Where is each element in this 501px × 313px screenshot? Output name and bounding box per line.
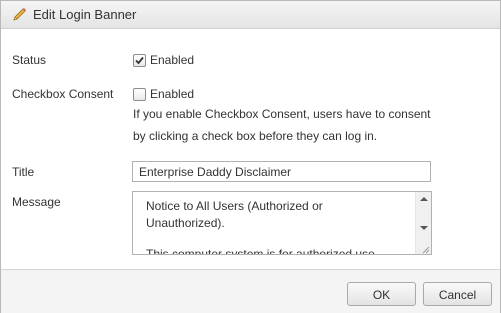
message-textarea[interactable]: Notice to All Users (Authorized or Unaut… [132, 191, 432, 255]
edit-login-banner-dialog: Edit Login Banner Status Enabled Checkbo… [0, 0, 501, 313]
checkmark-icon [135, 56, 144, 65]
dialog-footer: OK Cancel [1, 269, 500, 313]
scroll-up-icon[interactable] [420, 197, 428, 201]
cancel-button[interactable]: Cancel [423, 282, 492, 306]
resize-grip-icon[interactable] [420, 243, 430, 254]
checkbox-consent-help-line1: If you enable Checkbox Consent, users ha… [133, 107, 431, 121]
scroll-down-icon[interactable] [420, 226, 428, 230]
message-line: This computer system is for authorized u… [146, 247, 375, 255]
checkbox-consent-enabled-label: Enabled [150, 87, 195, 101]
status-enabled-label: Enabled [150, 53, 195, 67]
checkbox-consent-label: Checkbox Consent [12, 87, 114, 101]
message-line: Unauthorized). [146, 216, 225, 230]
ok-button[interactable]: OK [347, 282, 416, 306]
checkbox-consent-enabled-checkbox[interactable] [133, 88, 146, 101]
dialog-titlebar: Edit Login Banner [1, 1, 500, 29]
title-input[interactable] [132, 161, 431, 182]
message-text: Notice to All Users (Authorized or Unaut… [146, 198, 406, 255]
pencil-icon [11, 7, 27, 23]
message-label: Message [12, 195, 61, 209]
dialog-title: Edit Login Banner [33, 7, 137, 22]
message-line: Notice to All Users (Authorized or [146, 199, 323, 213]
checkbox-consent-help-line2: by clicking a check box before they can … [133, 129, 378, 143]
status-label: Status [12, 53, 47, 67]
title-label: Title [12, 165, 35, 179]
status-enabled-checkbox[interactable] [133, 54, 146, 67]
